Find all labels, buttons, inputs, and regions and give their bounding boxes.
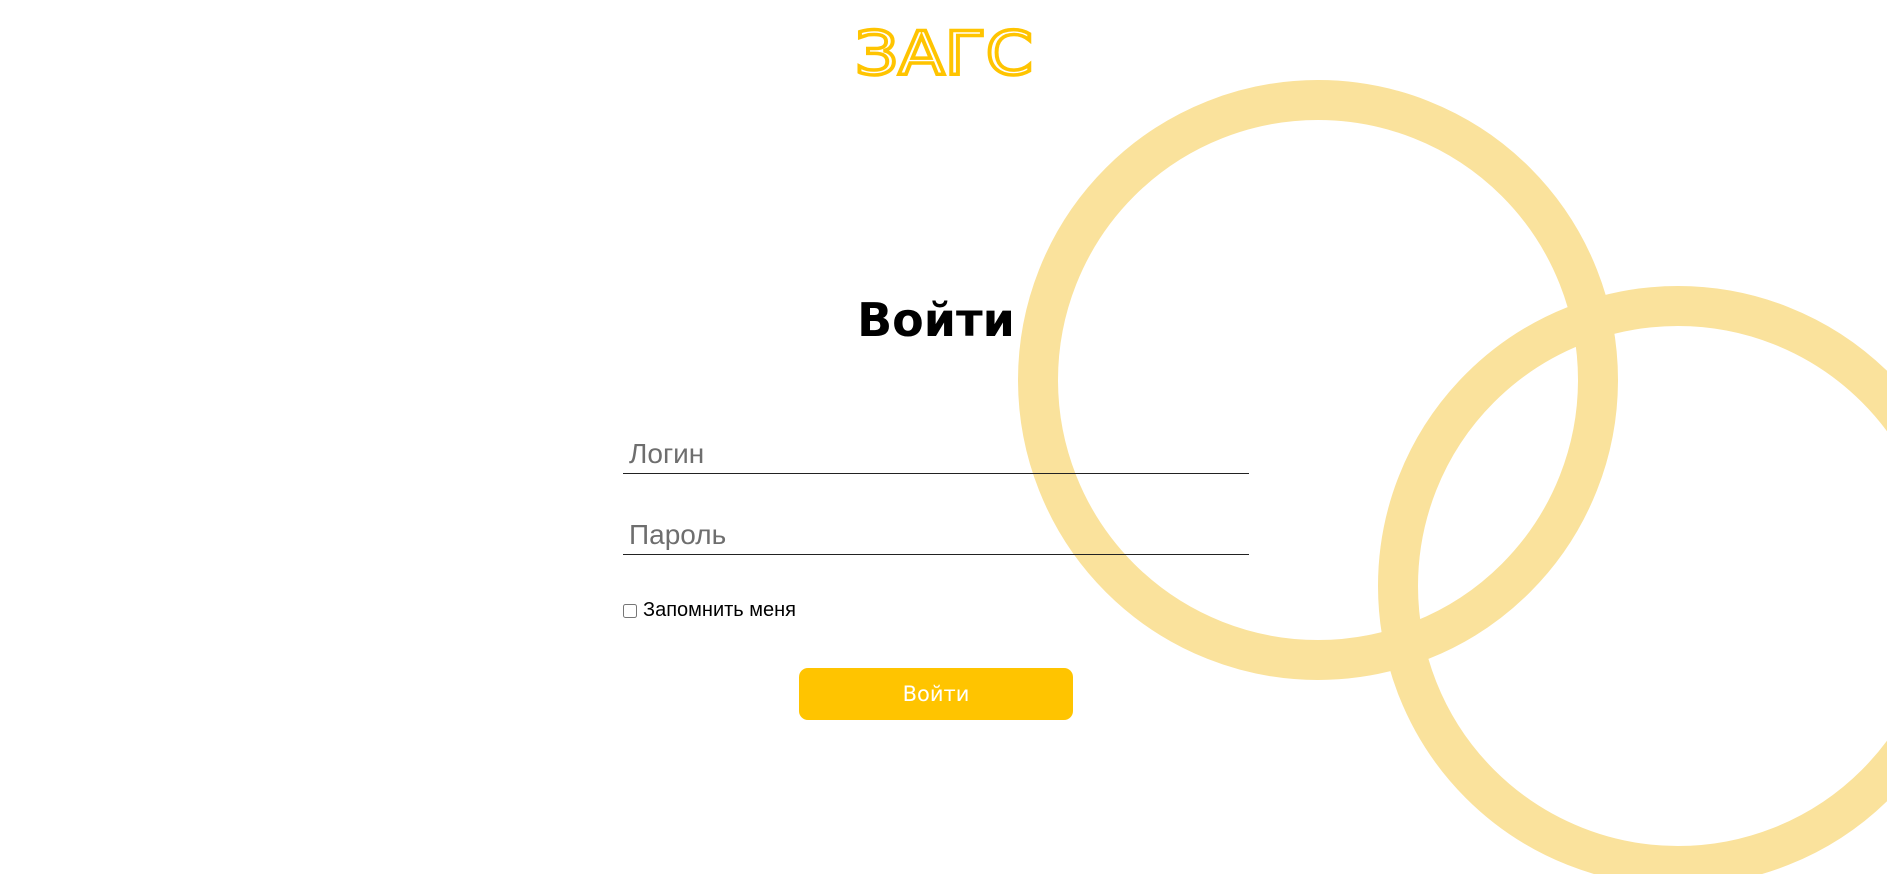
login-button[interactable]: Войти — [799, 668, 1073, 720]
logo-wordmark: ЗАГС — [853, 18, 1035, 80]
login-form: Войти Запомнить меня Войти — [623, 290, 1249, 720]
form-title: Войти — [857, 293, 1015, 347]
remember-me-label: Запомнить меня — [643, 599, 797, 621]
login-input[interactable] — [623, 434, 1249, 474]
password-input[interactable] — [623, 515, 1249, 555]
ring-left — [1018, 80, 1618, 680]
remember-me[interactable]: Запомнить меня — [623, 599, 796, 622]
logo-text: ЗАГС — [855, 19, 1033, 80]
ring-right — [1378, 286, 1887, 874]
logo[interactable]: ЗАГС — [0, 18, 1887, 80]
remember-me-checkbox[interactable] — [623, 603, 637, 618]
